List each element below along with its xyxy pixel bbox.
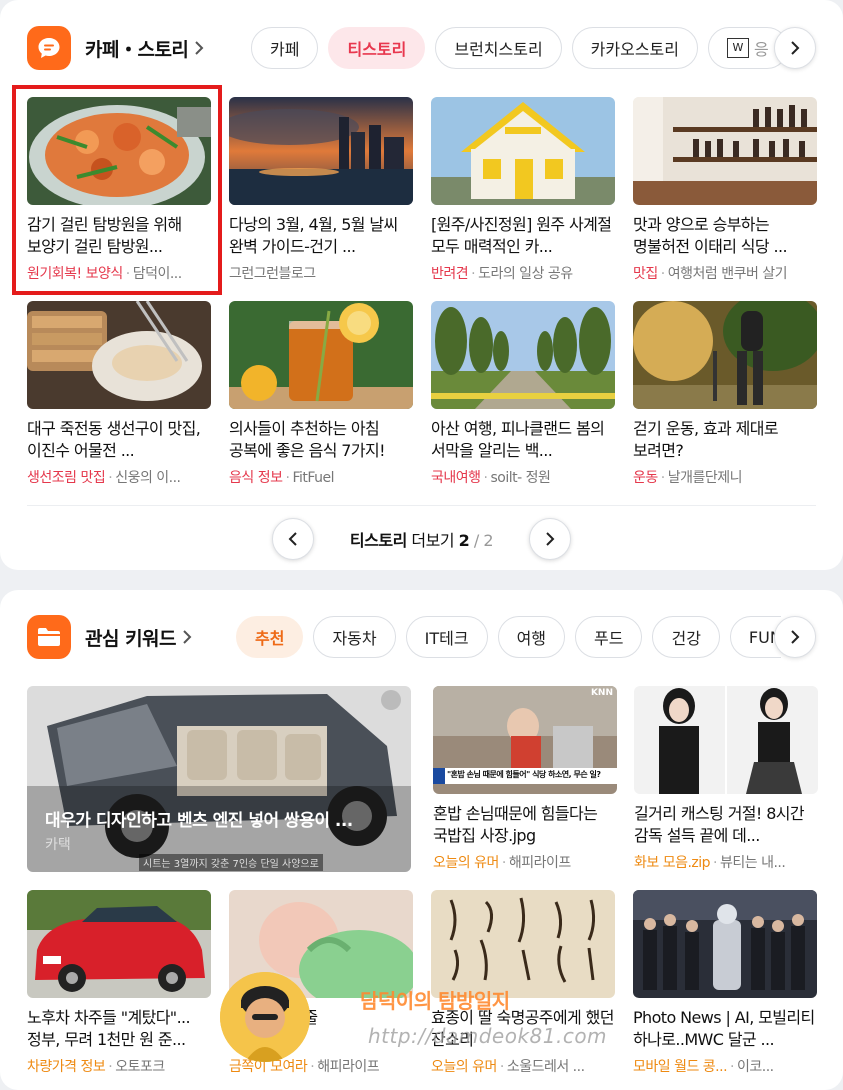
keyword-tabs: 추천 자동차 IT테크 여행 푸드 건강 FUN [236,616,781,658]
news-logo: KNN [590,688,613,698]
chat-bubble-icon [27,26,71,70]
story-card[interactable]: 아산 여행, 피나클랜드 봄의 서막을 알리는 백... 국내여행 · soilt-… [431,301,615,487]
story-card[interactable]: 의사들이 추천하는 아침 공복에 좋은 음식 7가지! 음식 정보 · FitFue… [229,301,413,487]
tab-car[interactable]: 자동차 [313,616,396,658]
card-title: 의사들이 추천하는 아침 공복에 좋은 음식 7가지! [229,419,386,460]
cafe-story-panel: 카페・스토리 카페 티스토리 브런치스토리 카카오스토리 W 응 감기 걸린 탐… [0,0,843,570]
tab-tistory[interactable]: 티스토리 [328,27,426,69]
chevron-right-icon [546,532,555,546]
card-title: [원주/사진정원] 원주 사계절 모두 매력적인 카... [431,215,612,256]
tab-kakaostory[interactable]: 카카오스토리 [571,27,698,69]
card-thumbnail [27,301,211,409]
story-card[interactable]: 다낭의 3월, 4월, 5월 날씨 완벽 가이드-건기 ... 그런그런블로그 [229,97,413,283]
card-meta: 모바일 월드 콩... · 이코... [633,1059,774,1075]
card-meta: 차량가격 정보 · 오토포크 [27,1059,165,1075]
watermark-avatar [220,972,310,1062]
story-card[interactable]: 걷기 운동, 효과 제대로 보려면? 운동 · 날개를단제니 [633,301,817,487]
chevron-right-icon [194,40,204,56]
featured-caption: 시트는 3열까지 갖춘 7인승 단일 사양으로 [139,854,323,871]
keyword-card[interactable]: KNN "혼밥 손님 때문에 힘들어" 식당 하소연, 무슨 일? 혼밥 손님때… [433,686,617,872]
card-thumbnail [633,890,817,998]
card-thumbnail [634,686,818,794]
card-thumbnail [633,97,817,205]
prev-page-button[interactable] [272,518,314,560]
story-card[interactable]: 감기 걸린 탐방원을 위해 보양기 걸린 탐방원... 원기회복! 보양식 · 담덕… [27,97,211,283]
card-thumbnail [229,97,413,205]
cafe-story-tabs: 카페 티스토리 브런치스토리 카카오스토리 W 응 [251,27,791,69]
keyword-card[interactable]: Photo News | AI, 모빌리티 하나로..MWC 달군 ... 모바… [633,890,817,1076]
keyword-card[interactable]: 길거리 캐스팅 거절! 8시간 감독 설득 끝에 데... 화보 모음.zip ·… [634,686,818,872]
tab-recommend[interactable]: 추천 [236,616,304,658]
chevron-right-icon [182,629,192,645]
story-card[interactable]: 대구 죽전동 생선구이 맛집, 이진수 어물전 ... 생선조림 맛집 · 신웅의 … [27,301,211,487]
featured-thumbnail [27,686,411,872]
card-title: 혼밥 손님때문에 힘들다는 국밥집 사장.jpg [433,804,598,845]
divider [27,505,816,506]
tab-brunch[interactable]: 브런치스토리 [435,27,562,69]
featured-source: 카택 [45,837,71,853]
watermark-url: http://damdeok81.com [368,1024,608,1048]
section-title: 카페・스토리 [85,38,189,61]
tabs-next-button[interactable] [774,27,816,69]
tab-travel[interactable]: 여행 [497,616,566,658]
tab-it[interactable]: IT테크 [405,616,488,658]
card-thumbnail [229,301,413,409]
watermark-text: 담덕이의 탐방일지 [360,989,510,1013]
card-meta: 국내여행 · soilt- 정원 [431,470,551,486]
card-title: 아산 여행, 피나클랜드 봄의 서막을 알리는 백... [431,419,605,460]
card-thumbnail [431,97,615,205]
pager-label: 티스토리 더보기 2 / 2 [349,531,494,550]
keywords-header[interactable]: 관심 키워드 [27,614,192,660]
w-logo-icon: W [727,38,749,58]
tab-cafe[interactable]: 카페 [251,27,319,69]
chevron-right-icon [791,41,800,55]
chevron-right-icon [791,630,800,644]
card-meta: 오늘의 유머 · 해피라이프 [433,855,571,871]
section-title: 관심 키워드 [85,627,177,650]
next-page-button[interactable] [529,518,571,560]
featured-card[interactable]: 대우가 디자인하고 벤츠 엔진 넣어 쌍용이 ... 카택 시트는 3열까지 갖… [27,686,411,872]
pager: 티스토리 더보기 2 / 2 [272,517,571,561]
card-thumbnail [431,890,615,998]
keywords-panel: 관심 키워드 추천 자동차 IT테크 여행 푸드 건강 FUN 대우가 디자인하… [0,590,843,1090]
card-meta: 운동 · 날개를단제니 [633,470,743,486]
card-title: 다낭의 3월, 4월, 5월 날씨 완벽 가이드-건기 ... [229,215,398,256]
card-meta: 맛집 · 여행처럼 밴쿠버 살기 [633,266,788,282]
card-meta: 오늘의 유머 · 소울드레서 ... [431,1059,585,1075]
card-meta: 원기회복! 보양식 · 담덕이... [27,266,182,282]
card-thumbnail [633,301,817,409]
card-thumbnail [27,890,211,998]
card-meta: 음식 정보 · FitFuel [229,470,335,486]
card-thumbnail: KNN "혼밥 손님 때문에 힘들어" 식당 하소연, 무슨 일? [433,686,617,794]
story-card[interactable]: [원주/사진정원] 원주 사계절 모두 매력적인 카... 반려견 · 도라의 일상… [431,97,615,283]
card-thumbnail [27,97,211,205]
card-title: Photo News | AI, 모빌리티 하나로..MWC 달군 ... [633,1008,815,1049]
cafe-story-header[interactable]: 카페・스토리 [27,25,204,71]
folder-icon [27,615,71,659]
card-title: 길거리 캐스팅 거절! 8시간 감독 설득 끝에 데... [634,804,805,845]
tabs-next-button[interactable] [774,616,816,658]
card-title: 걷기 운동, 효과 제대로 보려면? [633,419,779,460]
card-title: 노후차 차주들 "계탔다"... 정부, 무려 1천만 원 준... [27,1008,191,1049]
card-title: 맛과 양으로 승부하는 명불허전 이태리 식당 ... [633,215,788,256]
news-caption: "혼밥 손님 때문에 힘들어" 식당 하소연, 무슨 일? [447,770,601,779]
card-title: 감기 걸린 탐방원을 위해 보양기 걸린 탐방원... [27,215,182,256]
card-title: 대구 죽전동 생선구이 맛집, 이진수 어물전 ... [27,419,201,460]
chevron-left-icon [288,532,297,546]
story-card[interactable]: 맛과 양으로 승부하는 명불허전 이태리 식당 ... 맛집 · 여행처럼 밴쿠버 … [633,97,817,283]
card-meta: 그런그런블로그 [229,266,316,282]
card-meta: 생선조림 맛집 · 신웅의 이... [27,470,181,486]
card-thumbnail [431,301,615,409]
tab-health[interactable]: 건강 [652,616,720,658]
keyword-card[interactable]: 노후차 차주들 "계탔다"... 정부, 무려 1천만 원 준... 차량가격 … [27,890,211,1076]
card-meta: 화보 모음.zip · 뷰티는 내... [634,855,786,871]
keyword-card[interactable]: 효종이 딸 숙명공주에게 했던 잔소리 오늘의 유머 · 소울드레서 ... [431,890,615,1076]
featured-title: 대우가 디자인하고 벤츠 엔진 넣어 쌍용이 ... [45,811,353,831]
tab-food[interactable]: 푸드 [575,616,643,658]
card-meta: 반려견 · 도라의 일상 공유 [431,266,573,282]
